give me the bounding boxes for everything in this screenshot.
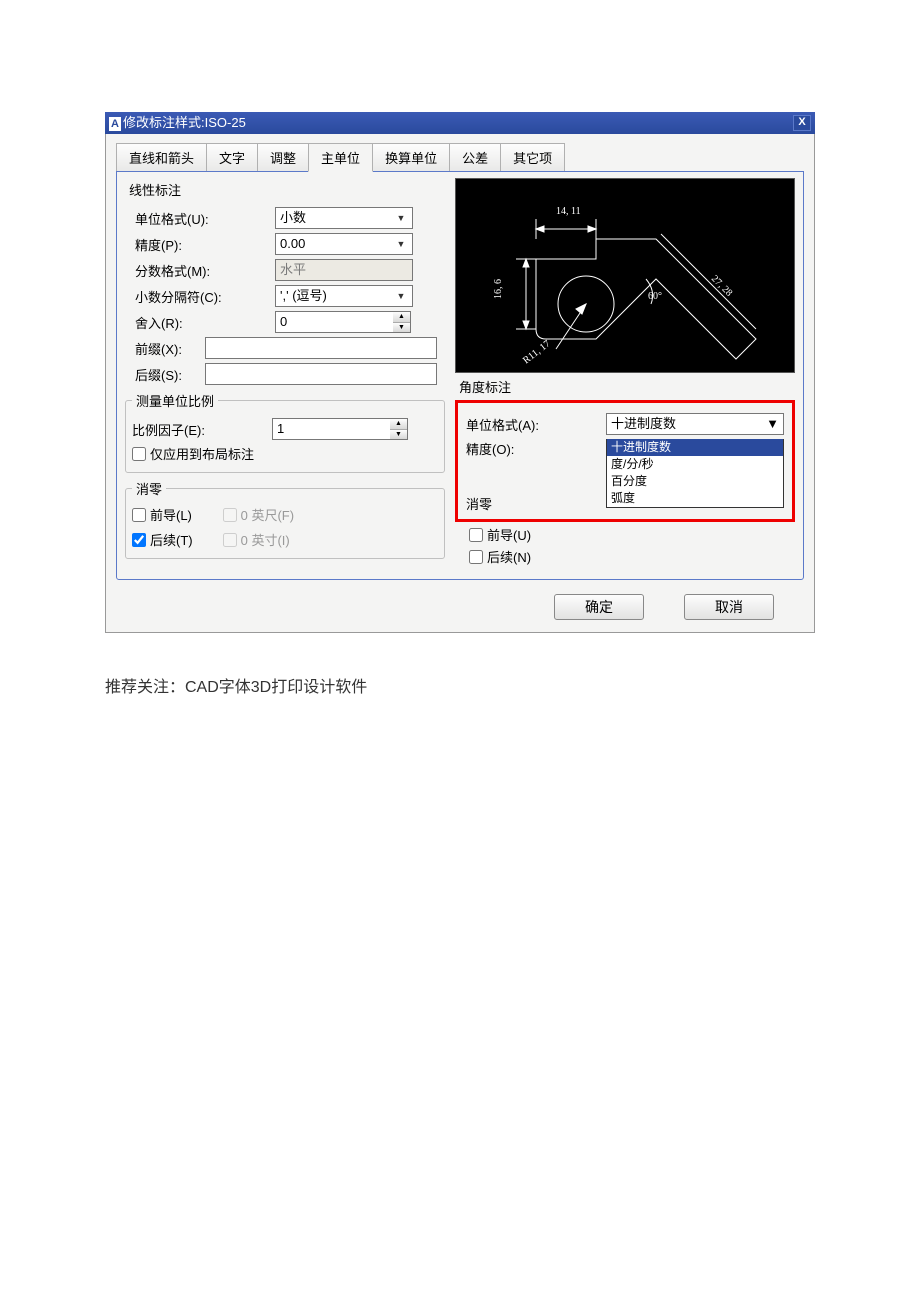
angle-group-label: 角度标注 — [455, 377, 795, 396]
feet-checkbox: 0 英尺(F) — [223, 505, 294, 524]
chevron-down-icon: ▼ — [394, 237, 408, 251]
dialog-button-row: 确定 取消 — [116, 594, 804, 620]
linear-group-label: 线性标注 — [125, 178, 445, 203]
ok-button[interactable]: 确定 — [554, 594, 644, 620]
chevron-down-icon: ▼ — [394, 289, 408, 303]
close-button[interactable]: X — [793, 115, 811, 131]
highlighted-region: 单位格式(A): 十进制度数 ▼ 精度(O): 十进制度数 — [455, 400, 795, 522]
tab-text[interactable]: 文字 — [206, 143, 258, 172]
suffix-input[interactable] — [205, 363, 437, 385]
footer-text: 推荐关注：CAD字体3D打印设计软件 — [105, 673, 815, 697]
spin-up-icon[interactable]: ▲ — [393, 312, 410, 323]
angle-options-list[interactable]: 十进制度数 度/分/秒 百分度 弧度 — [606, 439, 784, 508]
tab-fit[interactable]: 调整 — [257, 143, 309, 172]
tab-tolerance[interactable]: 公差 — [449, 143, 501, 172]
svg-text:R11, 17: R11, 17 — [521, 338, 552, 366]
angle-unit-format-dropdown[interactable]: 十进制度数 ▼ — [606, 413, 784, 435]
dialog-body: 直线和箭头 文字 调整 主单位 换算单位 公差 其它项 线性标注 单位格式(U)… — [105, 134, 815, 633]
angle-option-dms[interactable]: 度/分/秒 — [607, 456, 783, 473]
angle-zero-label: 消零 — [466, 497, 492, 512]
round-spinner[interactable]: 0 ▲ ▼ — [275, 311, 411, 333]
unit-format-select[interactable]: 小数 ▼ — [275, 207, 413, 229]
prefix-input[interactable] — [205, 337, 437, 359]
angle-leading-checkbox[interactable]: 前导(U) — [469, 525, 795, 544]
scale-factor-input[interactable]: 1 — [272, 418, 390, 440]
trailing-checkbox[interactable]: 后续(T) — [132, 530, 193, 549]
svg-text:16, 6: 16, 6 — [493, 279, 504, 299]
round-input[interactable]: 0 — [275, 311, 393, 333]
tab-content: 线性标注 单位格式(U): 小数 ▼ 精度(P): 0.00 ▼ — [116, 171, 804, 580]
zero-left-label: 消零 — [132, 479, 166, 498]
angle-precision-label: 精度(O): — [466, 439, 606, 458]
round-label: 舍入(R): — [125, 313, 275, 332]
chevron-down-icon — [394, 263, 408, 277]
angle-option-gradian[interactable]: 百分度 — [607, 473, 783, 490]
dimension-preview: 14, 11 16, 6 27, 28 60° R11, 17 — [455, 178, 795, 373]
scale-factor-label: 比例因子(E): — [132, 420, 272, 439]
app-icon: A — [109, 117, 121, 131]
suffix-label: 后缀(S): — [125, 365, 205, 384]
angle-option-radian[interactable]: 弧度 — [607, 490, 783, 507]
scale-group: 测量单位比例 比例因子(E): 1 ▲ ▼ — [125, 391, 445, 473]
precision-label: 精度(P): — [125, 235, 275, 254]
tab-alt-units[interactable]: 换算单位 — [372, 143, 450, 172]
titlebar-title: A修改标注样式:ISO-25 — [109, 112, 246, 134]
fraction-format-label: 分数格式(M): — [125, 261, 275, 280]
tab-other[interactable]: 其它项 — [500, 143, 565, 172]
unit-format-label: 单位格式(U): — [125, 209, 275, 228]
spin-down-icon[interactable]: ▼ — [390, 430, 407, 440]
inches-checkbox: 0 英寸(I) — [223, 530, 294, 549]
dialog-titlebar: A修改标注样式:ISO-25 X — [105, 112, 815, 134]
svg-text:60°: 60° — [648, 291, 662, 302]
tab-lines-arrows[interactable]: 直线和箭头 — [116, 143, 207, 172]
spin-up-icon[interactable]: ▲ — [390, 419, 407, 430]
fraction-format-select: 水平 — [275, 259, 413, 281]
scale-factor-spinner[interactable]: 1 ▲ ▼ — [272, 418, 408, 440]
layout-only-checkbox[interactable]: 仅应用到布局标注 — [132, 444, 438, 463]
angle-trailing-checkbox[interactable]: 后续(N) — [469, 547, 795, 566]
angle-option-decimal[interactable]: 十进制度数 — [607, 439, 783, 456]
scale-group-label: 测量单位比例 — [132, 391, 218, 410]
angle-unit-format-label: 单位格式(A): — [466, 415, 606, 434]
precision-select[interactable]: 0.00 ▼ — [275, 233, 413, 255]
decimal-sep-select[interactable]: ',' (逗号) ▼ — [275, 285, 413, 307]
svg-text:14, 11: 14, 11 — [556, 206, 581, 217]
decimal-sep-label: 小数分隔符(C): — [125, 287, 275, 306]
zero-left-group: 消零 前导(L) 后续(T) 0 英尺(F) 0 英寸(I) — [125, 479, 445, 559]
spin-down-icon[interactable]: ▼ — [393, 323, 410, 333]
chevron-down-icon: ▼ — [766, 414, 779, 434]
chevron-down-icon: ▼ — [394, 211, 408, 225]
leading-checkbox[interactable]: 前导(L) — [132, 505, 193, 524]
tab-row: 直线和箭头 文字 调整 主单位 换算单位 公差 其它项 — [116, 142, 804, 171]
prefix-label: 前缀(X): — [125, 339, 205, 358]
tab-primary-units[interactable]: 主单位 — [308, 143, 373, 172]
cancel-button[interactable]: 取消 — [684, 594, 774, 620]
